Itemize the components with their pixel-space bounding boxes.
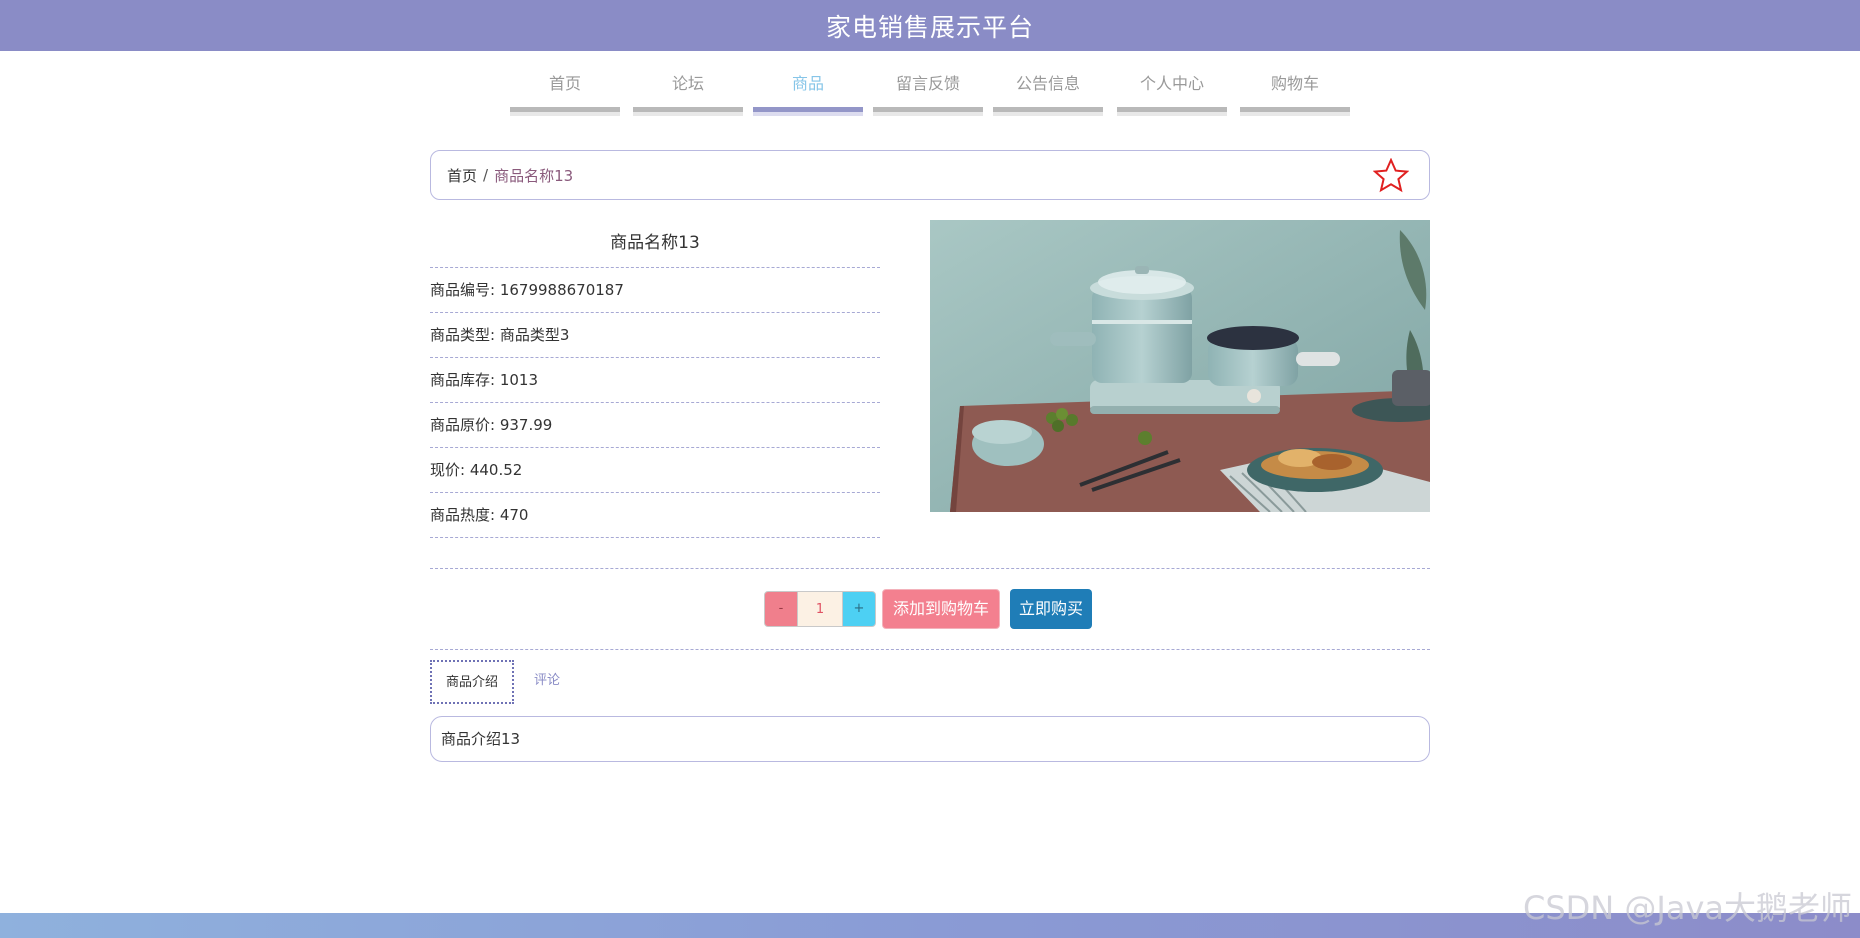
tab-comments[interactable]: 评论 <box>520 660 574 704</box>
site-title: 家电销售展示平台 <box>825 12 1034 42</box>
breadcrumb-separator: / <box>483 166 489 184</box>
nav-item-underline <box>633 107 743 116</box>
nav-item-feedback[interactable]: 留言反馈 <box>873 68 983 116</box>
nav-item-announcements[interactable]: 公告信息 <box>993 68 1103 116</box>
nav-item-cart[interactable]: 购物车 <box>1240 68 1350 116</box>
nav-item-label: 公告信息 <box>1015 74 1080 93</box>
quantity-increase-button[interactable]: + <box>842 591 876 627</box>
tab-product-intro[interactable]: 商品介绍 <box>430 660 515 704</box>
product-popularity: 商品热度: 470 <box>430 493 880 538</box>
add-to-cart-button[interactable]: 添加到购物车 <box>882 589 1001 629</box>
nav-item-profile[interactable]: 个人中心 <box>1117 68 1227 116</box>
product-info: 商品名称13 商品编号: 1679988670187 商品类型: 商品类型3 商… <box>430 222 880 538</box>
site-header: 家电销售展示平台 <box>0 0 1860 51</box>
main-nav: 首页 论坛 商品 留言反馈 公告信息 个人中心 购物车 <box>0 68 1860 118</box>
section-divider <box>430 568 1430 569</box>
product-stock: 商品库存: 1013 <box>430 358 880 403</box>
nav-item-underline <box>993 107 1103 116</box>
nav-item-underline <box>1240 107 1350 116</box>
product-id: 商品编号: 1679988670187 <box>430 268 880 313</box>
nav-item-underline <box>1117 107 1227 116</box>
breadcrumb: 首页 / 商品名称13 <box>430 150 1430 200</box>
nav-item-underline <box>753 107 863 116</box>
nav-item-home[interactable]: 首页 <box>510 68 620 116</box>
product-intro-text: 商品介绍13 <box>441 730 521 748</box>
nav-item-label: 首页 <box>548 74 581 93</box>
nav-item-underline <box>873 107 983 116</box>
breadcrumb-home-link[interactable]: 首页 <box>447 165 477 186</box>
quantity-decrease-button[interactable]: - <box>764 591 798 627</box>
product-type: 商品类型: 商品类型3 <box>430 313 880 358</box>
nav-item-label: 论坛 <box>671 74 704 93</box>
nav-item-products[interactable]: 商品 <box>753 68 863 116</box>
product-name: 商品名称13 <box>430 222 880 268</box>
product-photo-illustration <box>930 220 1430 512</box>
page: 家电销售展示平台 首页 论坛 商品 留言反馈 公告信息 个人中心 购物车 首页 … <box>0 0 1860 938</box>
nav-item-label: 个人中心 <box>1139 74 1204 93</box>
product-current-price: 现价: 440.52 <box>430 448 880 493</box>
nav-item-forum[interactable]: 论坛 <box>633 68 743 116</box>
quantity-input[interactable] <box>798 591 842 627</box>
detail-tabs: 商品介绍 评论 <box>430 660 574 705</box>
watermark: CSDN @Java大鹅老师 <box>1522 889 1852 927</box>
star-icon[interactable] <box>1373 158 1409 194</box>
product-image <box>930 220 1430 512</box>
breadcrumb-current: 商品名称13 <box>494 166 574 185</box>
purchase-actions: - + 添加到购物车 立即购买 <box>764 589 1093 629</box>
nav-item-label: 购物车 <box>1270 74 1319 93</box>
nav-item-label: 留言反馈 <box>895 74 960 93</box>
product-original-price: 商品原价: 937.99 <box>430 403 880 448</box>
product-intro-panel: 商品介绍13 <box>430 716 1430 762</box>
nav-item-label: 商品 <box>791 74 824 93</box>
section-divider <box>430 649 1430 650</box>
nav-item-underline <box>510 107 620 116</box>
buy-now-button[interactable]: 立即购买 <box>1010 589 1093 629</box>
